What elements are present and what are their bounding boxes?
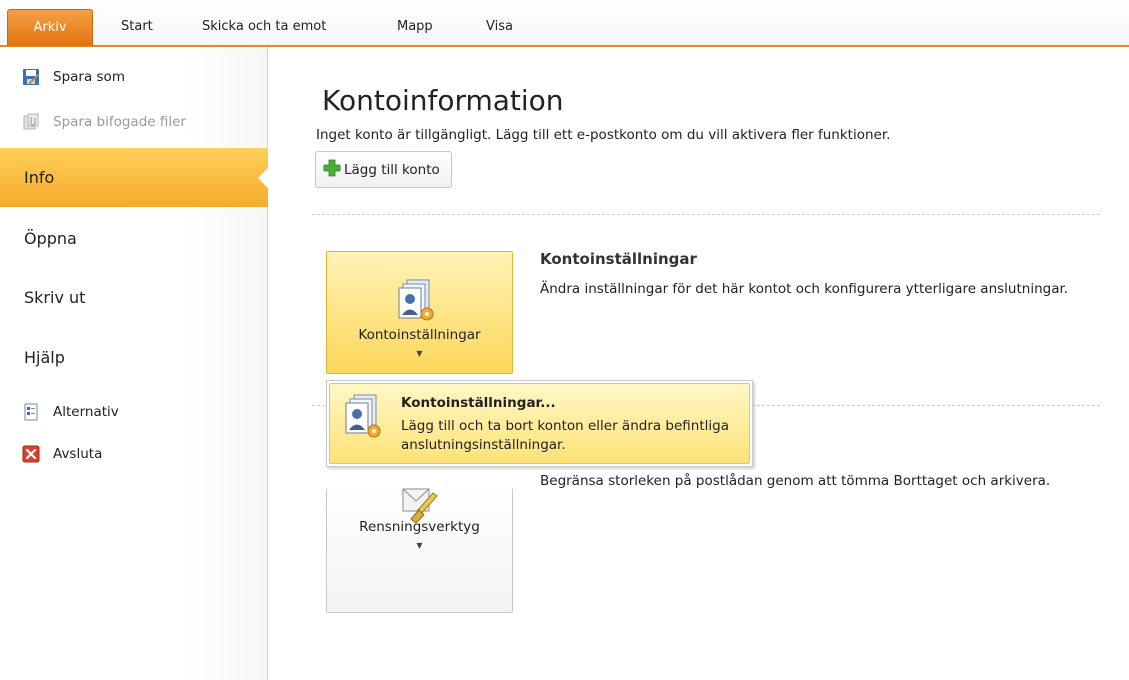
close-icon bbox=[22, 445, 40, 463]
options-icon bbox=[22, 403, 40, 421]
page-subtitle: Inget konto är tillgängligt. Lägg till e… bbox=[316, 127, 891, 143]
account-settings-menu-item[interactable]: Kontoinställningar... Lägg till och ta b… bbox=[329, 383, 750, 464]
account-settings-description: Ändra inställningar för det här kontot o… bbox=[540, 281, 1069, 297]
save-attachments-command[interactable]: Spara bifogade filer bbox=[22, 109, 186, 135]
cleanup-tools-description: Begränsa storleken på postlådan genom at… bbox=[540, 473, 1051, 489]
menu-item-title: Kontoinställningar... bbox=[401, 395, 556, 411]
save-as-label: Spara som bbox=[53, 69, 125, 85]
section-divider bbox=[312, 214, 1100, 215]
options-label: Alternativ bbox=[53, 404, 119, 420]
chevron-down-icon: ▼ bbox=[416, 349, 423, 358]
nav-open[interactable]: Öppna bbox=[0, 211, 268, 267]
menu-item-description: Lägg till och ta bort konton eller ändra… bbox=[401, 418, 730, 453]
account-settings-icon bbox=[340, 393, 390, 443]
options-command[interactable]: Alternativ bbox=[22, 399, 119, 425]
chevron-down-icon: ▼ bbox=[416, 541, 423, 550]
tab-view[interactable]: Visa bbox=[471, 10, 528, 44]
save-attachments-icon bbox=[22, 113, 40, 131]
exit-command[interactable]: Avsluta bbox=[22, 441, 102, 467]
nav-print[interactable]: Skriv ut bbox=[0, 270, 268, 326]
page-title: Kontoinformation bbox=[322, 84, 564, 117]
nav-info[interactable]: Info bbox=[0, 148, 269, 207]
nav-help[interactable]: Hjälp bbox=[0, 330, 268, 386]
cleanup-tools-button-label: Rensningsverktyg bbox=[359, 519, 480, 535]
account-settings-icon bbox=[393, 278, 443, 324]
backstage-nav: Spara som Spara bifogade filer Info Öppn… bbox=[0, 47, 269, 680]
tab-folder[interactable]: Mapp bbox=[382, 10, 448, 44]
save-as-command[interactable]: Spara som bbox=[22, 64, 125, 90]
backstage-main: Kontoinformation Inget konto är tillgäng… bbox=[269, 47, 1129, 680]
exit-label: Avsluta bbox=[53, 446, 103, 462]
cleanup-tools-button[interactable]: Rensningsverktyg ▼ bbox=[326, 488, 513, 613]
account-settings-dropdown: Kontoinställningar... Lägg till och ta b… bbox=[326, 380, 753, 467]
account-settings-button[interactable]: Kontoinställningar ▼ bbox=[326, 251, 513, 374]
tab-send-receive[interactable]: Skicka och ta emot bbox=[187, 10, 341, 44]
add-account-label: Lägg till konto bbox=[344, 161, 440, 178]
add-account-button[interactable]: Lägg till konto bbox=[315, 151, 452, 188]
ribbon-tab-background bbox=[0, 0, 1129, 45]
plus-icon bbox=[323, 159, 341, 181]
cleanup-tools-icon bbox=[397, 483, 447, 524]
account-settings-button-label: Kontoinställningar bbox=[358, 327, 481, 343]
save-as-icon bbox=[22, 68, 40, 86]
tab-file[interactable]: Arkiv bbox=[7, 9, 93, 46]
save-attachments-label: Spara bifogade filer bbox=[53, 114, 186, 130]
ribbon-tab-strip: Arkiv Start Skicka och ta emot Mapp Visa bbox=[0, 0, 1129, 47]
account-settings-title: Kontoinställningar bbox=[540, 250, 697, 268]
tab-start[interactable]: Start bbox=[106, 10, 168, 44]
